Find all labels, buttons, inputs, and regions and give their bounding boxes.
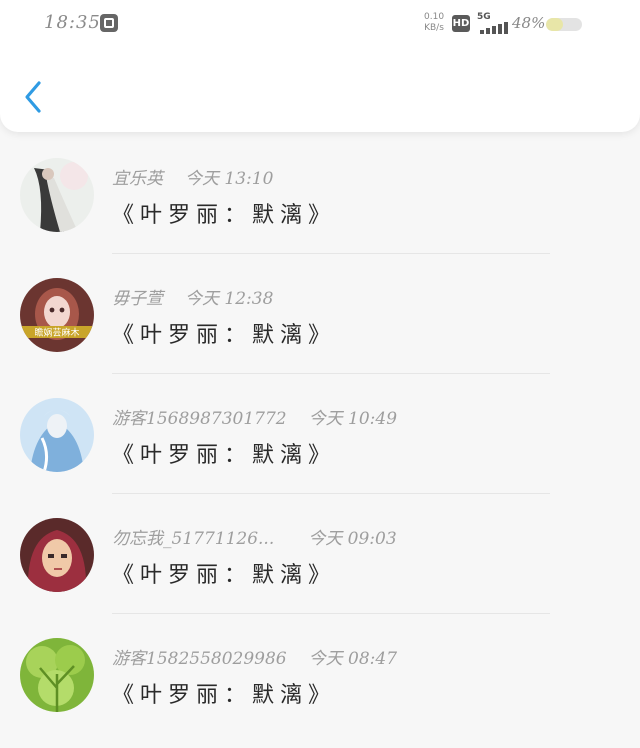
item-title[interactable]: 《叶罗丽：默漓》 xyxy=(112,677,336,709)
divider xyxy=(112,493,550,494)
item-time: 今天 09:03 xyxy=(308,529,397,549)
avatar[interactable] xyxy=(20,158,94,232)
avatar[interactable] xyxy=(20,638,94,712)
divider xyxy=(112,253,550,254)
item-time: 今天 13:10 xyxy=(185,169,274,189)
list-item[interactable]: 勿忘我_51771126... 今天 09:03 《叶罗丽：默漓》 xyxy=(0,508,640,628)
battery-fill xyxy=(546,18,564,31)
item-time: 今天 12:38 xyxy=(185,289,274,309)
network-speed-value: 0.10 xyxy=(424,12,445,22)
chevron-left-icon xyxy=(25,81,41,113)
list-item[interactable]: 游客1568987301772 今天 10:49 《叶罗丽：默漓》 xyxy=(0,388,640,508)
status-time: 18:35 xyxy=(44,12,101,33)
user-name: 游客1582558029986 xyxy=(112,649,287,669)
user-name: 宜乐英 xyxy=(112,169,163,189)
item-meta: 勿忘我_51771126... 今天 09:03 xyxy=(112,524,397,549)
user-name: 毋子萱 xyxy=(112,289,163,309)
item-title[interactable]: 《叶罗丽：默漓》 xyxy=(112,317,336,349)
back-button[interactable] xyxy=(22,80,46,114)
status-bar: 18:35 0.10 KB/s HD 5G 48% xyxy=(0,0,640,44)
network-type-label: 5G xyxy=(477,12,491,22)
item-meta: 宜乐英 今天 13:10 xyxy=(112,164,273,189)
divider xyxy=(112,373,550,374)
item-meta: 游客1582558029986 今天 08:47 xyxy=(112,644,397,669)
item-meta: 游客1568987301772 今天 10:49 xyxy=(112,404,397,429)
reader-list: 宜乐英 今天 13:10 《叶罗丽：默漓》 瞻娲芸麻木 毋子萱 今天 12:38 《… xyxy=(0,148,640,748)
hd-icon: HD xyxy=(452,15,470,32)
top-header: 18:35 0.10 KB/s HD 5G 48% xyxy=(0,0,640,132)
network-speed: 0.10 KB/s xyxy=(424,12,444,34)
item-meta: 毋子萱 今天 12:38 xyxy=(112,284,273,309)
battery-icon xyxy=(546,18,582,31)
list-item[interactable]: 游客1582558029986 今天 08:47 《叶罗丽：默漓》 xyxy=(0,628,640,748)
user-name: 游客1568987301772 xyxy=(112,409,287,429)
network-speed-unit: KB/s xyxy=(424,23,444,33)
item-title[interactable]: 《叶罗丽：默漓》 xyxy=(112,437,336,469)
signal-icon xyxy=(480,22,508,34)
user-name: 勿忘我_51771126... xyxy=(112,529,275,549)
avatar[interactable]: 瞻娲芸麻木 xyxy=(20,278,94,352)
avatar[interactable] xyxy=(20,398,94,472)
item-title[interactable]: 《叶罗丽：默漓》 xyxy=(112,197,336,229)
avatar[interactable] xyxy=(20,518,94,592)
list-item[interactable]: 瞻娲芸麻木 毋子萱 今天 12:38 《叶罗丽：默漓》 xyxy=(0,268,640,388)
battery-percent: 48% xyxy=(512,14,546,32)
list-item[interactable]: 宜乐英 今天 13:10 《叶罗丽：默漓》 xyxy=(0,148,640,268)
item-time: 今天 08:47 xyxy=(308,649,398,669)
item-time: 今天 10:49 xyxy=(308,409,398,429)
avatar-badge-text: 瞻娲芸麻木 xyxy=(34,327,79,339)
notification-app-icon xyxy=(100,14,118,32)
item-title[interactable]: 《叶罗丽：默漓》 xyxy=(112,557,336,589)
divider xyxy=(112,613,550,614)
